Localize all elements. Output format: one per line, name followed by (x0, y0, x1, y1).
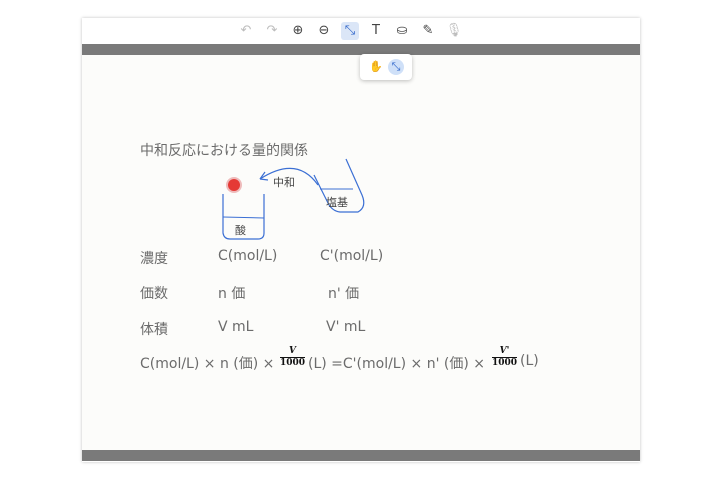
neutralization-label: 中和 (273, 176, 295, 189)
microphone-icon[interactable]: 🎙 (445, 22, 463, 40)
base-valence: n' 価 (328, 286, 360, 302)
magic-select-icon[interactable]: ⤡ (388, 59, 404, 75)
selection-tool-popup: ✋ ⤡ (360, 54, 412, 80)
bottom-scroll-bar (82, 450, 640, 461)
slide-page[interactable]: 中和反応における量的関係 中和 塩基 酸 濃度 C(mol/L) C'(mol/… (82, 55, 640, 450)
pen-icon[interactable]: ✎ (419, 22, 437, 40)
acid-volume: V mL (218, 319, 254, 335)
row-label-valence: 価数 (140, 286, 168, 302)
formula-fraction-1: V 1000 (280, 346, 306, 368)
row-label-concentration: 濃度 (140, 251, 168, 267)
hand-tool-icon[interactable]: ✋ (368, 59, 384, 75)
formula-fraction-2: V' 1000 (492, 346, 518, 368)
viewer-frame: ↶ ↷ ⊕ ⊖ ⤡ T ⛀ ✎ 🎙 中和反応における量的関係 中和 塩基 酸 濃度 C(mol/… (82, 18, 640, 462)
text-tool-icon[interactable]: T (367, 22, 385, 40)
redo-icon[interactable]: ↷ (263, 22, 281, 40)
formula-part-3: (L) (520, 353, 539, 369)
zoom-in-icon[interactable]: ⊕ (289, 22, 307, 40)
row-label-volume: 体積 (140, 322, 168, 338)
base-label: 塩基 (326, 196, 348, 209)
toolbar: ↶ ↷ ⊕ ⊖ ⤡ T ⛀ ✎ 🎙 (82, 18, 640, 44)
select-tool-icon[interactable]: ⤡ (341, 22, 359, 40)
base-concentration: C'(mol/L) (320, 248, 384, 264)
top-scroll-bar (82, 44, 640, 55)
acid-valence: n 価 (218, 286, 246, 302)
stamp-icon[interactable]: ⛀ (393, 22, 411, 40)
formula-part-2: (L) =C'(mol/L) × n' (価) × (308, 356, 485, 372)
base-volume: V' mL (326, 319, 366, 335)
acid-label: 酸 (235, 224, 246, 237)
formula-part-1: C(mol/L) × n (価) × (140, 356, 275, 372)
acid-liquid-line (222, 216, 265, 219)
acid-concentration: C(mol/L) (218, 248, 278, 264)
zoom-out-icon[interactable]: ⊖ (315, 22, 333, 40)
undo-icon[interactable]: ↶ (237, 22, 255, 40)
